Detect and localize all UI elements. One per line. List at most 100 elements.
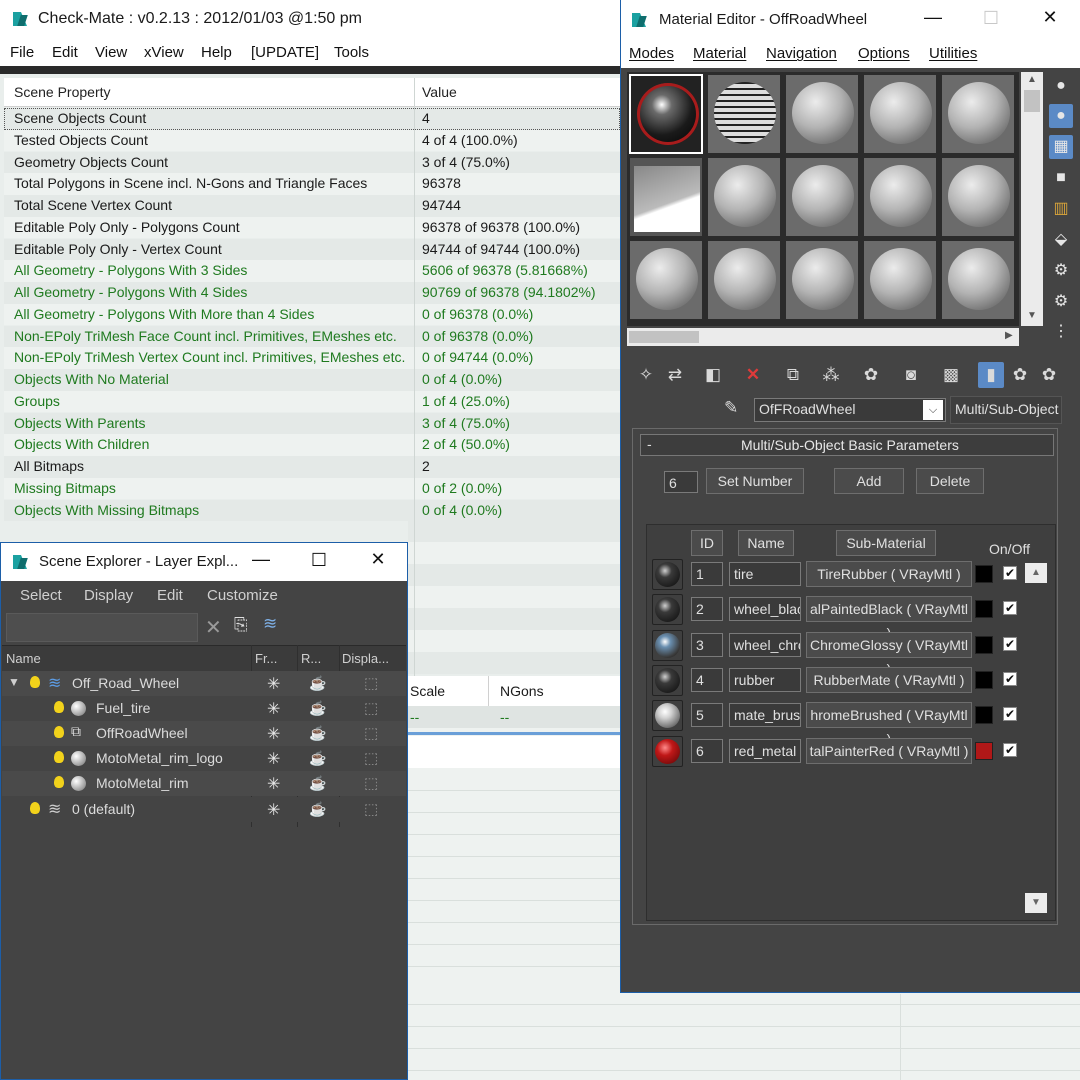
sort-by-id-button[interactable]: ID xyxy=(691,530,723,556)
sub-material-color-swatch[interactable] xyxy=(975,600,993,619)
scroll-thumb[interactable] xyxy=(629,331,699,343)
sample-slot[interactable] xyxy=(941,157,1015,237)
render-teapot-icon[interactable]: ☕ xyxy=(309,801,326,818)
sub-material-name-field[interactable]: mate_brus xyxy=(729,703,801,728)
table-row[interactable]: Tested Objects Count 4 of 4 (100.0%) xyxy=(4,129,620,152)
display-box-icon[interactable]: ⬚ xyxy=(364,674,378,692)
column-header-render[interactable]: R... xyxy=(301,651,321,666)
put-to-library-icon[interactable]: ⁂ xyxy=(818,362,844,388)
sub-material-thumbnail[interactable] xyxy=(652,629,683,661)
sub-material-name-field[interactable]: wheel_blac xyxy=(729,597,801,622)
sample-slot-active[interactable] xyxy=(629,74,703,154)
table-row[interactable]: Editable Poly Only - Vertex Count 94744 o… xyxy=(4,238,620,261)
me-menu-modes[interactable]: Modes xyxy=(629,45,674,62)
scroll-up-icon[interactable]: ▲ xyxy=(1027,74,1037,85)
freeze-icon[interactable]: ✳ xyxy=(267,749,280,769)
table-row[interactable]: All Geometry - Polygons With More than 4… xyxy=(4,303,620,326)
table-row[interactable]: All Geometry - Polygons With 4 Sides 9076… xyxy=(4,282,620,304)
display-box-icon[interactable]: ⬚ xyxy=(364,800,378,818)
display-box-icon[interactable]: ⬚ xyxy=(364,699,378,717)
table-row[interactable]: All Bitmaps 2 xyxy=(4,456,620,478)
table-row[interactable]: -- -- xyxy=(408,706,620,728)
put-to-scene-icon[interactable]: ⇄ xyxy=(662,362,688,388)
close-icon[interactable]: ✕ xyxy=(1030,7,1070,28)
light-bulb-icon[interactable] xyxy=(54,701,64,713)
table-row[interactable]: Objects With Children 2 of 4 (50.0%) xyxy=(4,434,620,456)
table-row[interactable]: Non-EPoly TriMesh Face Count incl. Primi… xyxy=(4,325,620,348)
sample-slot[interactable] xyxy=(707,157,781,237)
sample-slot[interactable] xyxy=(629,157,703,237)
sub-material-thumbnail[interactable] xyxy=(652,594,683,626)
explorer-row-object[interactable]: ⧉ OffRoadWheel ✳ ☕ ⬚ xyxy=(2,721,406,746)
column-header-value[interactable]: Value xyxy=(422,84,457,100)
sub-material-id-field[interactable]: 6 xyxy=(691,738,723,763)
sub-material-color-swatch[interactable] xyxy=(975,670,993,689)
sub-material-color-swatch[interactable] xyxy=(975,706,993,725)
table-row[interactable]: Total Scene Vertex Count 94744 xyxy=(4,195,620,217)
se-menu-select[interactable]: Select xyxy=(20,587,62,604)
light-bulb-icon[interactable] xyxy=(54,726,64,738)
table-row[interactable]: Missing Bitmaps 0 of 2 (0.0%) xyxy=(4,477,620,500)
explorer-row-object[interactable]: MotoMetal_rim ✳ ☕ ⬚ xyxy=(2,771,406,796)
sub-material-button[interactable]: talPainterRed ( VRayMtl ) xyxy=(806,737,972,764)
select-by-material-icon[interactable]: ⚙ xyxy=(1049,290,1073,314)
sub-material-button[interactable]: alPaintedBlack ( VRayMtl ) xyxy=(806,596,972,641)
set-number-button[interactable]: Set Number xyxy=(706,468,804,494)
assign-to-selection-icon[interactable]: ◧ xyxy=(700,362,726,388)
column-header-property[interactable]: Scene Property xyxy=(14,84,111,100)
sub-material-enabled-checkbox[interactable]: ✔ xyxy=(1003,707,1017,722)
sample-slot[interactable] xyxy=(863,240,937,320)
list-scroll-up-icon[interactable]: ▲ xyxy=(1025,563,1047,583)
sub-material-id-field[interactable]: 3 xyxy=(691,632,723,657)
sub-material-thumbnail[interactable] xyxy=(652,664,683,696)
render-teapot-icon[interactable]: ☕ xyxy=(309,675,326,692)
menu-update[interactable]: [UPDATE] xyxy=(251,44,319,61)
sub-material-color-swatch[interactable] xyxy=(975,565,993,583)
sample-slot[interactable] xyxy=(941,74,1015,154)
number-of-materials-field[interactable]: 6 xyxy=(664,471,698,493)
freeze-icon[interactable]: ✳ xyxy=(267,774,280,794)
menu-view[interactable]: View xyxy=(95,44,127,61)
sub-material-enabled-checkbox[interactable]: ✔ xyxy=(1003,566,1017,580)
table-row[interactable]: Scene Objects Count 4 xyxy=(4,108,620,130)
material-id-channel-icon[interactable]: ✿ xyxy=(858,362,884,388)
table-row[interactable]: Objects With Missing Bitmaps 0 of 4 (0.0%… xyxy=(4,499,620,522)
sub-material-id-field[interactable]: 4 xyxy=(691,667,723,692)
go-to-parent-icon[interactable]: ▮ xyxy=(978,362,1004,388)
me-menu-utilities[interactable]: Utilities xyxy=(929,45,977,62)
column-header-ngons[interactable]: NGons xyxy=(500,683,544,699)
sample-slot[interactable] xyxy=(629,240,703,320)
sub-material-enabled-checkbox[interactable]: ✔ xyxy=(1003,742,1017,757)
add-button[interactable]: Add xyxy=(834,468,904,494)
menu-xview[interactable]: xView xyxy=(144,44,184,61)
new-layer-icon[interactable]: ≋ xyxy=(263,614,277,634)
sub-material-id-field[interactable]: 2 xyxy=(691,597,723,622)
explorer-row-object[interactable]: MotoMetal_rim_logo ✳ ☕ ⬚ xyxy=(2,746,406,771)
se-menu-edit[interactable]: Edit xyxy=(157,587,183,604)
eyedropper-icon[interactable]: ✎ xyxy=(724,398,738,418)
video-color-check-icon[interactable]: ▥ xyxy=(1049,197,1073,221)
sample-slot[interactable] xyxy=(785,74,859,154)
sub-material-name-field[interactable]: wheel_chro xyxy=(729,632,801,657)
light-bulb-icon[interactable] xyxy=(30,802,40,814)
scroll-down-icon[interactable]: ▼ xyxy=(1027,310,1037,321)
sample-uv-tiling-icon[interactable]: ■ xyxy=(1049,166,1073,190)
material-type-button[interactable]: Multi/Sub-Object xyxy=(950,396,1062,424)
menu-file[interactable]: File xyxy=(10,44,34,61)
sample-slot[interactable] xyxy=(785,240,859,320)
explorer-row-object[interactable]: Fuel_tire ✳ ☕ ⬚ xyxy=(2,696,406,721)
freeze-icon[interactable]: ✳ xyxy=(267,800,280,820)
options-icon[interactable]: ⚙ xyxy=(1049,259,1073,283)
backlight-icon[interactable]: ● xyxy=(1049,104,1073,128)
rollout-header[interactable]: - Multi/Sub-Object Basic Parameters xyxy=(640,434,1054,456)
column-header-scale[interactable]: Scale xyxy=(410,683,445,699)
render-teapot-icon[interactable]: ☕ xyxy=(309,700,326,717)
make-preview-icon[interactable]: ⬙ xyxy=(1049,228,1073,252)
material-name-dropdown[interactable]: OfFRoadWheel ⌵ xyxy=(754,398,946,422)
table-row[interactable]: Objects With Parents 3 of 4 (75.0%) xyxy=(4,412,620,435)
clear-search-icon[interactable]: ✕ xyxy=(205,615,222,640)
sample-slot[interactable] xyxy=(863,157,937,237)
menu-tools[interactable]: Tools xyxy=(334,44,369,61)
minimize-icon[interactable]: — xyxy=(913,7,953,28)
sub-material-id-field[interactable]: 1 xyxy=(691,562,723,586)
